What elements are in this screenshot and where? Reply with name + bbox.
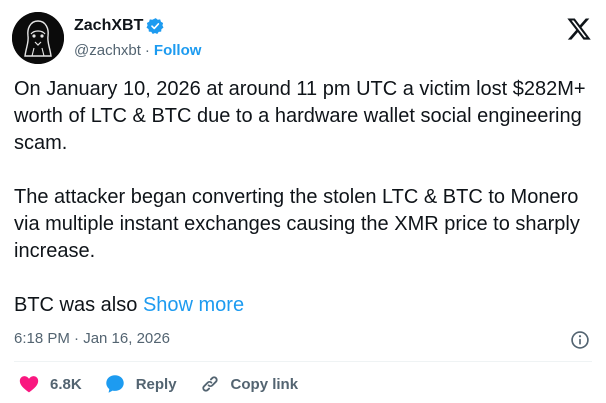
avatar[interactable]: [12, 12, 64, 64]
tweet-paragraph: On January 10, 2026 at around 11 pm UTC …: [14, 78, 586, 154]
embedded-tweet-card: ZachXBT @zachxbt · Follow On January 10,…: [0, 0, 606, 403]
reply-bubble-icon: [105, 375, 124, 393]
tweet-header: ZachXBT @zachxbt · Follow: [12, 12, 594, 64]
info-icon[interactable]: [570, 330, 590, 350]
tweet-actions: 6.8K Reply Copy link: [18, 373, 320, 395]
reply-label: Reply: [135, 375, 177, 393]
display-name[interactable]: ZachXBT: [74, 17, 143, 35]
truncated-text: BTC was also: [14, 294, 143, 316]
tweet-paragraph: The attacker began converting the stolen…: [14, 186, 580, 262]
author-block: ZachXBT @zachxbt · Follow: [74, 15, 201, 61]
x-logo-icon[interactable]: [566, 16, 592, 42]
divider: [14, 361, 592, 362]
name-row: ZachXBT: [74, 15, 201, 37]
reply-button[interactable]: Reply: [104, 373, 177, 395]
follow-button[interactable]: Follow: [154, 42, 202, 59]
copy-link-label: Copy link: [230, 375, 299, 393]
tweet-paragraph-truncated: BTC was also Show more: [14, 292, 594, 319]
link-icon: [201, 376, 218, 392]
handle-row: @zachxbt · Follow: [74, 39, 201, 61]
heart-icon: [19, 376, 39, 393]
handle[interactable]: @zachxbt: [74, 42, 141, 59]
separator-dot: ·: [144, 41, 150, 59]
like-count: 6.8K: [50, 375, 82, 393]
like-button[interactable]: 6.8K: [18, 373, 82, 395]
show-more-link[interactable]: Show more: [143, 294, 244, 316]
tweet-text: On January 10, 2026 at around 11 pm UTC …: [14, 76, 594, 319]
verified-badge-icon: [146, 17, 164, 35]
copy-link-button[interactable]: Copy link: [199, 373, 299, 395]
tweet-timestamp[interactable]: 6:18 PM · Jan 16, 2026: [14, 330, 170, 347]
